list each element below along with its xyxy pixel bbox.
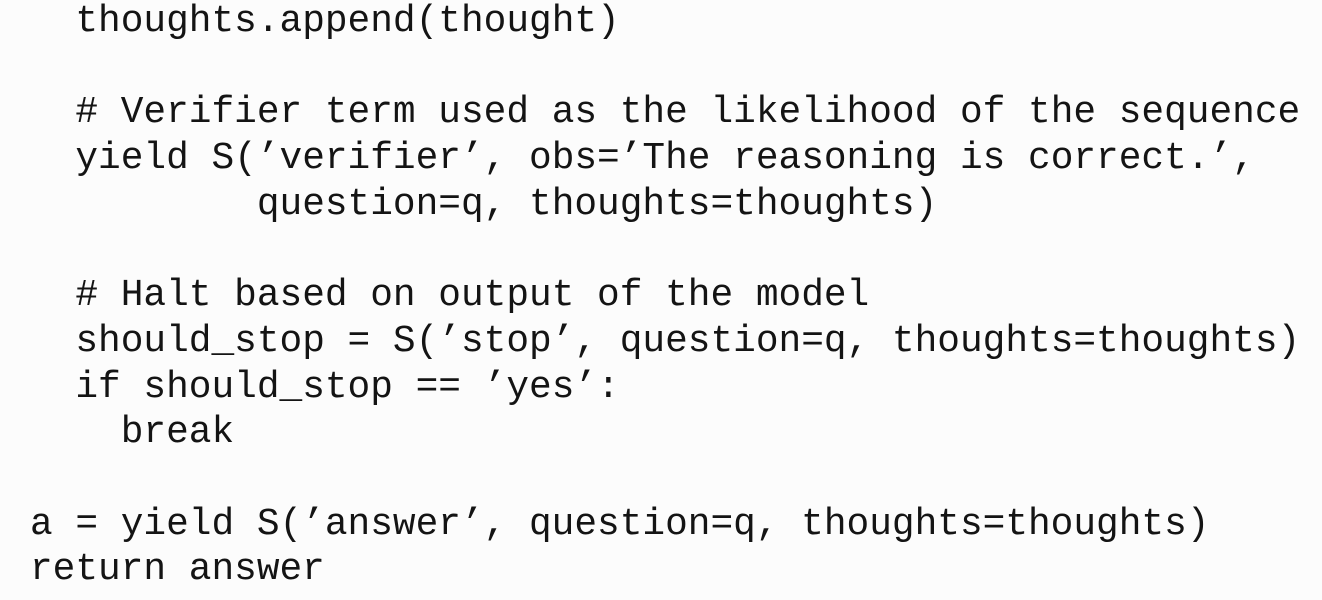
code-text: return answer (30, 549, 325, 592)
code-text: yield S(’verifier’, obs=’The reasoning i… (75, 138, 1255, 181)
comment-halt: # Halt based on output of the model (30, 274, 1300, 320)
code-text: should_stop = S(’stop’, question=q, thou… (75, 320, 1301, 363)
code-line-return: return answer (30, 548, 1300, 594)
code-text: if should_stop == ’yes’: (75, 366, 620, 409)
code-text: a = yield S(’answer’, question=q, though… (30, 503, 1210, 546)
code-line-break: break (30, 411, 1300, 457)
code-line-should-stop: should_stop = S(’stop’, question=q, thou… (30, 320, 1300, 366)
code-text: question=q, thoughts=thoughts) (256, 183, 938, 226)
code-text: break (120, 412, 235, 455)
code-line-yield-answer: a = yield S(’answer’, question=q, though… (30, 503, 1300, 549)
code-text: thoughts.append(thought) (75, 1, 620, 43)
comment-text: # Verifier term used as the likelihood o… (75, 92, 1301, 135)
code-listing: thoughts.append(thought) # Verifier term… (30, 0, 1300, 594)
comment-text: # Halt based on output of the model (75, 275, 870, 318)
code-line-if-should-stop: if should_stop == ’yes’: (30, 366, 1300, 412)
code-line-yield-verifier: yield S(’verifier’, obs=’The reasoning i… (30, 137, 1300, 183)
code-line-verifier-args: question=q, thoughts=thoughts) (30, 183, 1300, 229)
comment-verifier: # Verifier term used as the likelihood o… (30, 91, 1300, 137)
code-line-append: thoughts.append(thought) (30, 0, 1300, 46)
